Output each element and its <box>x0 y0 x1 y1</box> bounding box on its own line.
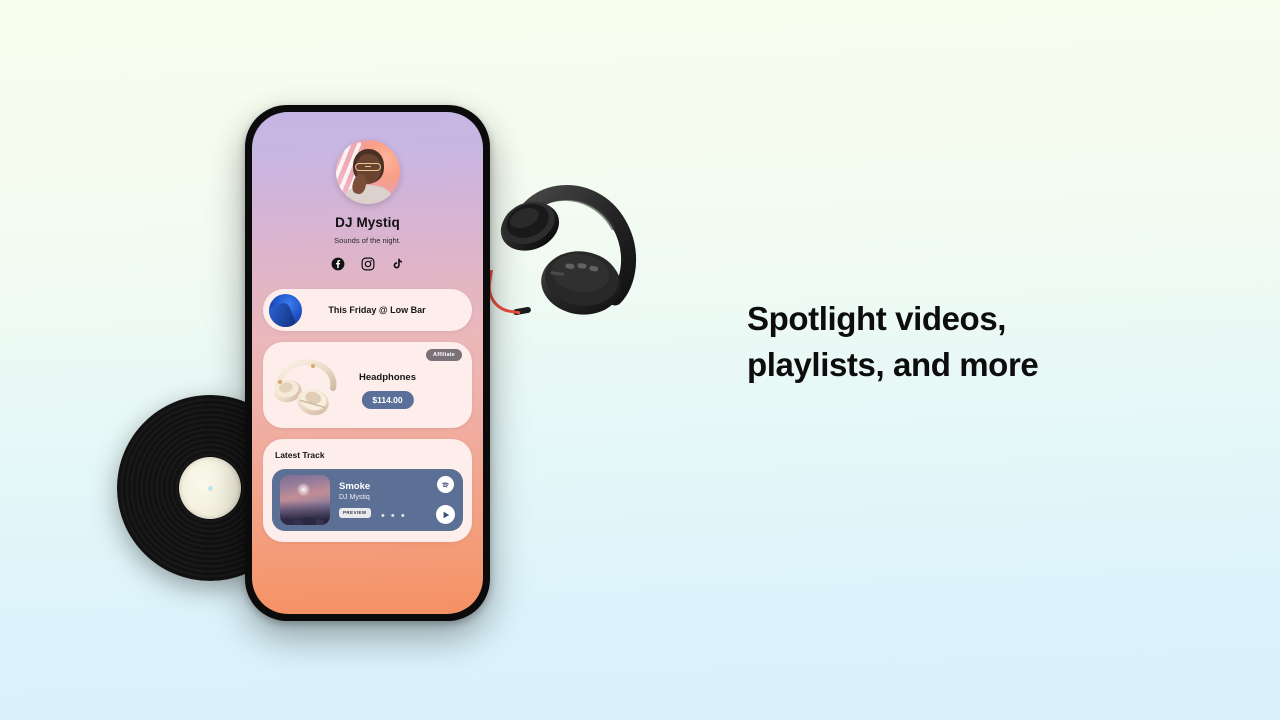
tiktok-icon <box>393 258 403 269</box>
latest-track-title: Latest Track <box>275 450 325 460</box>
link-thumbnail <box>269 293 302 327</box>
instagram-icon <box>361 257 375 271</box>
social-link-instagram[interactable] <box>361 257 375 271</box>
profile-bio: Sounds of the night. <box>334 236 401 245</box>
headline-line-1: Spotlight videos, <box>747 300 1007 337</box>
product-title: Headphones <box>358 372 416 383</box>
music-player[interactable]: Smoke DJ Mystiq PREVIEW • • • <box>272 469 463 531</box>
spotify-icon <box>442 482 449 488</box>
facebook-icon <box>331 257 345 271</box>
link-card-event[interactable]: This Friday @ Low Bar <box>263 289 472 331</box>
phone-screen: DJ Mystiq Sounds of the night. This Frid… <box>252 112 483 614</box>
profile-name: DJ Mystiq <box>335 215 400 230</box>
latest-track-card: Latest Track Smoke DJ Mystiq PREVIEW • •… <box>263 439 472 542</box>
link-card-label: This Friday @ Low Bar <box>328 305 426 315</box>
link-cards: This Friday @ Low Bar Affiliate Headphon… <box>263 289 472 542</box>
play-icon <box>443 511 449 518</box>
headline-line-2: playlists, and more <box>747 345 1039 383</box>
album-artwork <box>280 475 330 525</box>
player-actions <box>436 476 455 524</box>
headphones-product-image <box>273 359 337 416</box>
more-options-button[interactable]: • • • <box>381 511 406 522</box>
social-link-tiktok[interactable] <box>391 257 404 271</box>
avatar-glasses <box>354 163 381 171</box>
headphones-prop <box>484 180 639 328</box>
scene: DJ Mystiq Sounds of the night. This Frid… <box>0 0 1280 720</box>
social-link-facebook[interactable] <box>331 257 345 271</box>
preview-badge: PREVIEW <box>339 507 371 518</box>
spotify-button[interactable] <box>437 476 454 493</box>
product-price[interactable]: $114.00 <box>361 391 414 409</box>
phone-mockup: DJ Mystiq Sounds of the night. This Frid… <box>245 105 490 621</box>
play-button[interactable] <box>436 505 455 524</box>
page-headline: Spotlight videos, playlists, and more <box>747 296 1217 387</box>
affiliate-badge: Affiliate <box>426 349 462 361</box>
avatar <box>335 140 400 204</box>
product-card-headphones[interactable]: Affiliate Headphones $114.00 <box>263 342 472 428</box>
social-links <box>263 257 472 271</box>
